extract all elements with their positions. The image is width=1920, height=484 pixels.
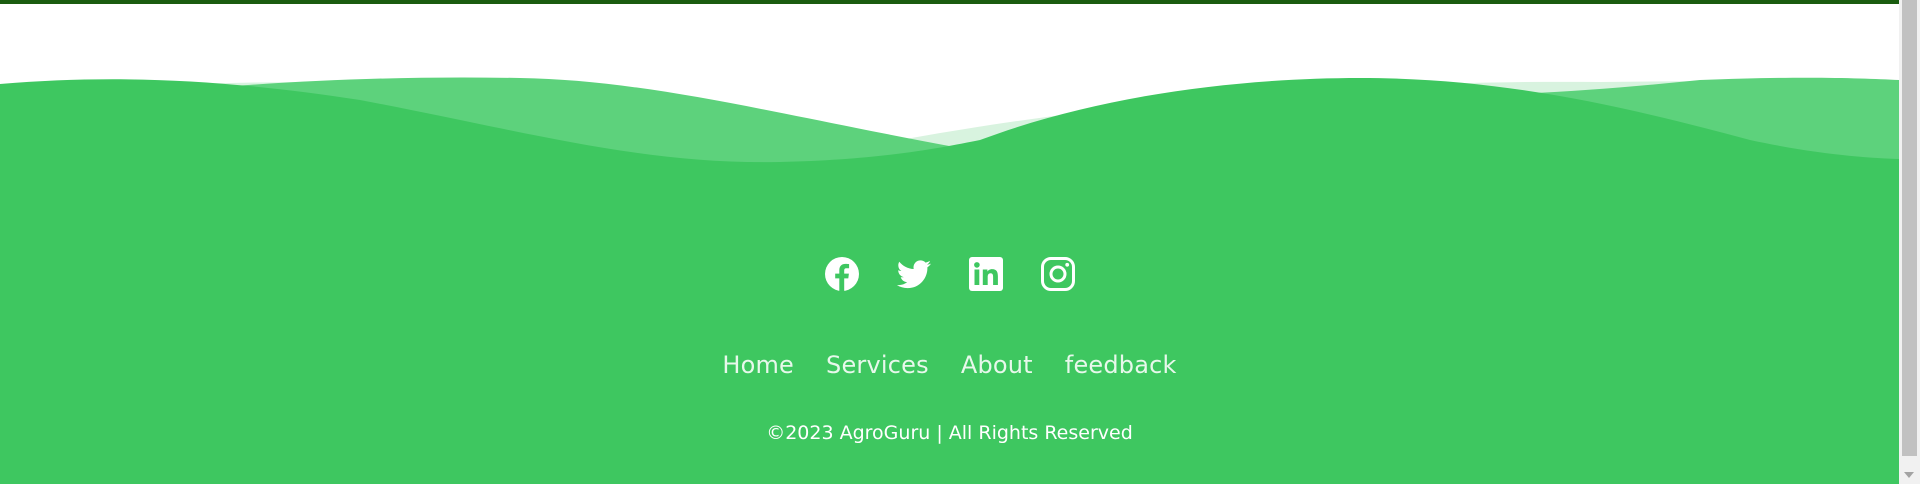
nav-services-link[interactable]: Services [826, 348, 929, 382]
nav-home-link[interactable]: Home [722, 348, 794, 382]
browser-viewport: Home Services About feedback ©2023 AgroG… [0, 0, 1920, 484]
footer: Home Services About feedback ©2023 AgroG… [0, 0, 1899, 484]
facebook-icon [824, 257, 859, 291]
social-links [0, 256, 1899, 292]
linkedin-icon [968, 257, 1003, 291]
instagram-icon [1040, 257, 1075, 291]
twitter-link[interactable] [896, 256, 932, 292]
instagram-link[interactable] [1040, 256, 1076, 292]
footer-nav: Home Services About feedback [0, 348, 1899, 382]
twitter-icon [896, 260, 931, 289]
scrollbar-thumb[interactable] [1902, 0, 1917, 456]
nav-feedback-link[interactable]: feedback [1065, 348, 1177, 382]
vertical-scrollbar[interactable] [1899, 0, 1920, 484]
copyright-text: ©2023 AgroGuru | All Rights Reserved [766, 422, 1133, 444]
scroll-down-arrow-icon[interactable] [1904, 472, 1914, 478]
linkedin-link[interactable] [968, 256, 1004, 292]
facebook-link[interactable] [824, 256, 860, 292]
page: Home Services About feedback ©2023 AgroG… [0, 0, 1899, 484]
nav-about-link[interactable]: About [961, 348, 1033, 382]
